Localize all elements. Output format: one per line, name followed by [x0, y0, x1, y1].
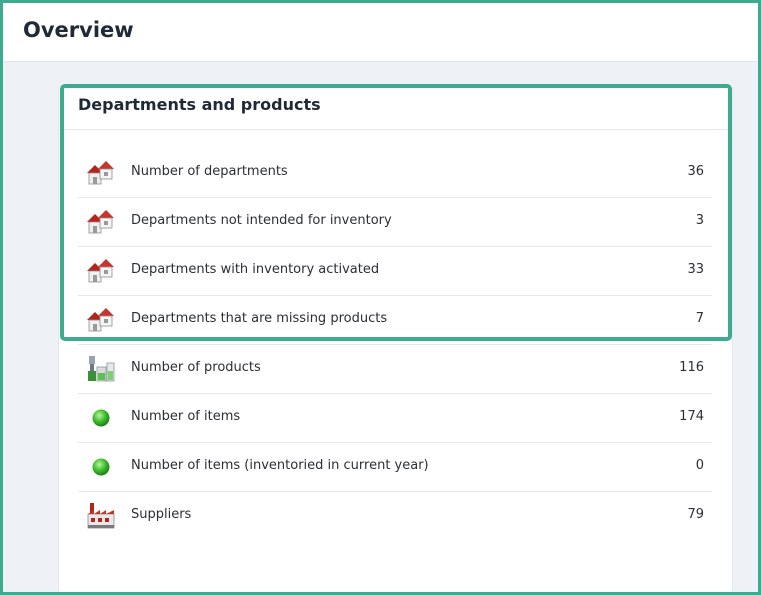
stat-label: Departments not intended for inventory [131, 213, 392, 228]
stat-value: 0 [695, 458, 704, 473]
stat-value: 174 [679, 409, 704, 424]
stat-value: 33 [687, 262, 704, 277]
factory-icon [86, 502, 116, 530]
stat-label: Number of items (inventoried in current … [131, 458, 429, 473]
panel-title: Departments and products [78, 95, 321, 114]
stat-value: 36 [687, 164, 704, 179]
stat-label: Suppliers [131, 507, 192, 522]
stat-row-number-of-products[interactable]: Number of products 116 [78, 345, 712, 394]
houses-icon [86, 306, 116, 334]
products-icon [86, 355, 116, 383]
stats-list: Number of departments 36 Departments not… [59, 149, 732, 540]
page-header: Overview [3, 3, 758, 62]
stat-label: Number of products [131, 360, 261, 375]
stat-row-departments-not-for-inventory[interactable]: Departments not intended for inventory 3 [78, 198, 712, 247]
houses-icon [86, 257, 116, 285]
stat-row-items-inventoried-current-year[interactable]: Number of items (inventoried in current … [78, 443, 712, 492]
stat-label: Number of departments [131, 164, 288, 179]
stat-row-departments-missing-products[interactable]: Departments that are missing products 7 [78, 296, 712, 345]
departments-products-panel: Departments and products Number of depar… [58, 87, 733, 595]
stat-value: 79 [687, 507, 704, 522]
green-dot-icon [86, 404, 116, 432]
stat-row-number-of-departments[interactable]: Number of departments 36 [78, 149, 712, 198]
stat-label: Departments with inventory activated [131, 262, 380, 277]
page-title: Overview [23, 18, 134, 42]
panel-header: Departments and products [59, 87, 732, 130]
houses-icon [86, 208, 116, 236]
stat-row-suppliers[interactable]: Suppliers 79 [78, 492, 712, 540]
stat-value: 7 [695, 311, 704, 326]
stat-row-number-of-items[interactable]: Number of items 174 [78, 394, 712, 443]
stat-value: 3 [695, 213, 704, 228]
stat-row-departments-inventory-activated[interactable]: Departments with inventory activated 33 [78, 247, 712, 296]
stat-label: Departments that are missing products [131, 311, 388, 326]
stat-value: 116 [679, 360, 704, 375]
stat-label: Number of items [131, 409, 241, 424]
green-dot-icon [86, 453, 116, 481]
houses-icon [86, 159, 116, 187]
